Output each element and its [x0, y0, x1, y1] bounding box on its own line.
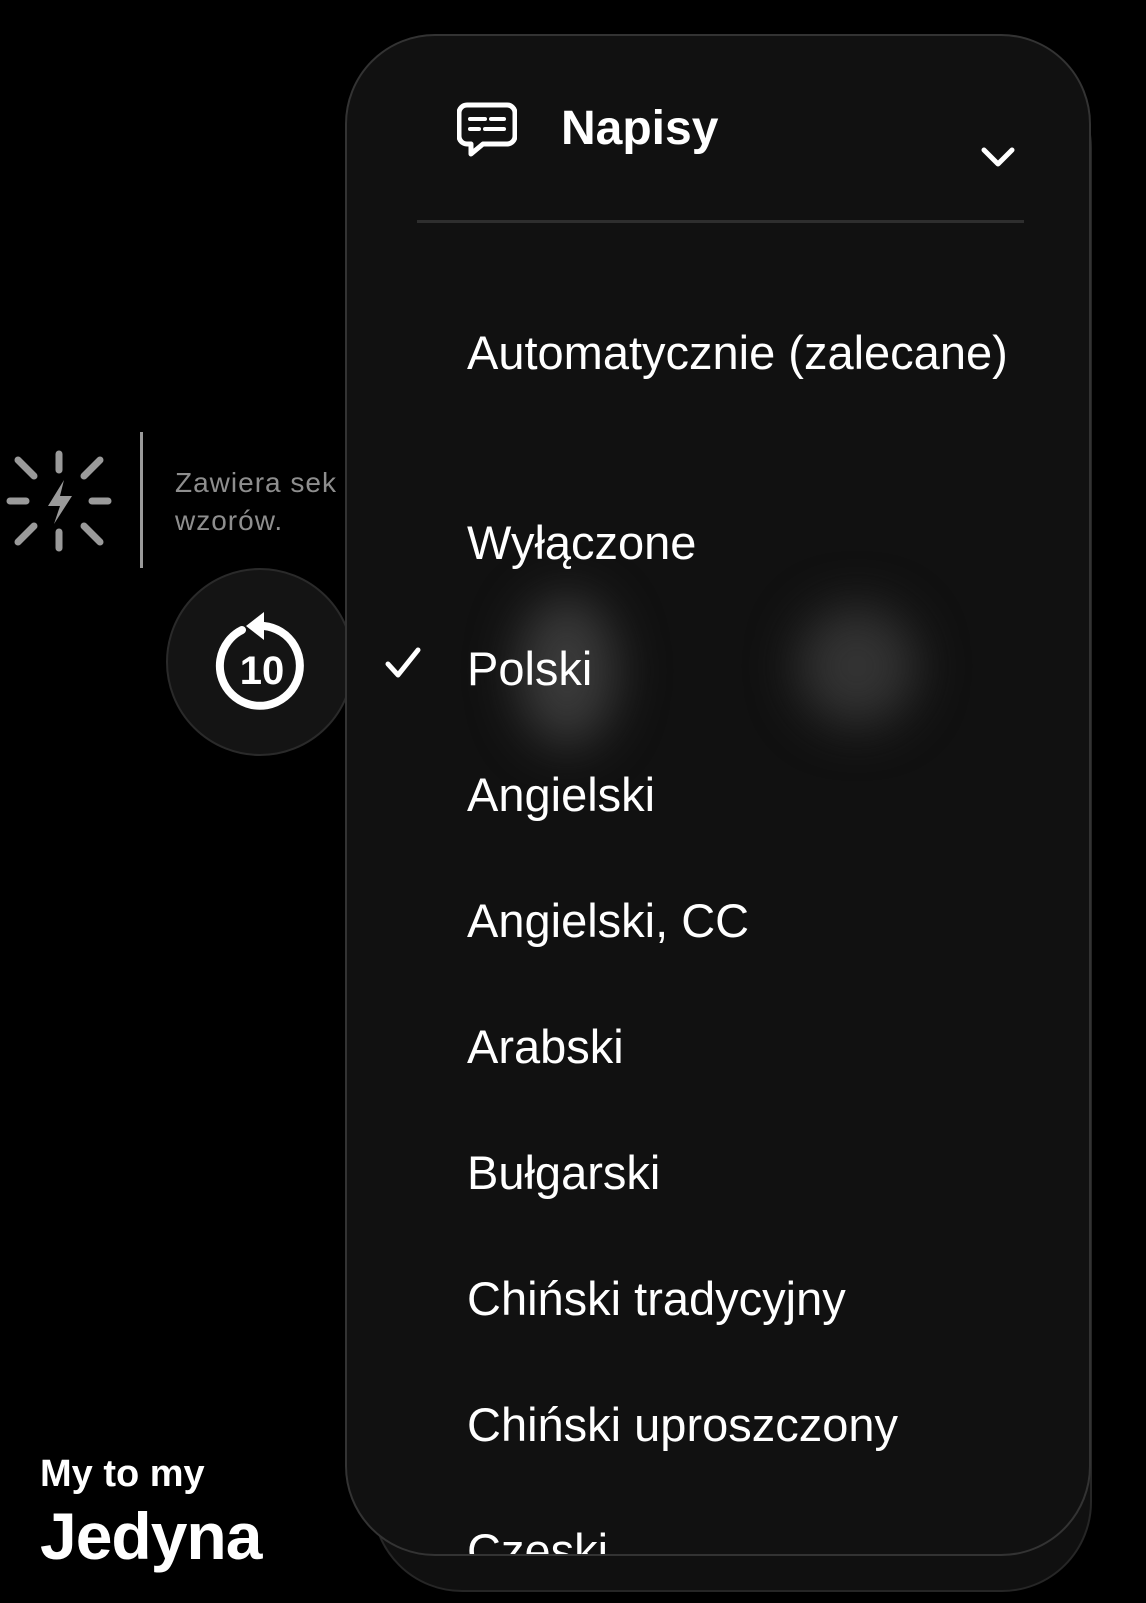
subtitles-icon [457, 102, 517, 157]
menu-divider [417, 220, 1024, 223]
subtitle-option-label: Angielski [467, 768, 656, 821]
video-player-screen: Zawiera sek wzorów. 10 My to my Jedyna N… [0, 0, 1146, 1603]
show-title: Jedyna [40, 1499, 262, 1573]
subtitle-option-label: Arabski [467, 1020, 624, 1073]
subtitle-option-label: Czeski [467, 1524, 609, 1556]
subtitle-option[interactable]: Chiński tradycyjny [347, 1236, 1089, 1362]
subtitle-option-label: Automatycznie (zalecane) [467, 326, 1008, 379]
subtitle-option[interactable]: Arabski [347, 984, 1089, 1110]
replay-10-button[interactable]: 10 [166, 568, 354, 756]
subtitle-option[interactable]: Angielski, CC [347, 858, 1089, 984]
subtitle-option[interactable]: Bułgarski [347, 1110, 1089, 1236]
subtitle-option-label: Chiński tradycyjny [467, 1272, 846, 1325]
warning-text-line-1: Zawiera sek [175, 467, 337, 498]
warning-divider [140, 432, 143, 568]
subtitle-option-label: Bułgarski [467, 1146, 661, 1199]
subtitle-option[interactable]: Czeski [347, 1488, 1089, 1556]
replay-seconds-label: 10 [240, 649, 285, 693]
subtitle-option[interactable]: Automatycznie (zalecane) [347, 290, 1089, 480]
show-eyebrow: My to my [40, 1453, 205, 1495]
subtitles-menu-title: Napisy [561, 102, 719, 155]
warning-text-line-2: wzorów. [175, 505, 284, 536]
subtitle-option-label: Angielski, CC [467, 894, 750, 947]
chevron-down-icon[interactable] [981, 146, 1015, 168]
show-title-block: My to my Jedyna [40, 1452, 262, 1576]
subtitle-option-label: Chiński uproszczony [467, 1398, 899, 1451]
subtitles-menu-header[interactable]: Napisy [347, 36, 1089, 220]
subtitle-options-list: Automatycznie (zalecane) Wyłączone Polsk… [347, 290, 1089, 1556]
subtitle-option[interactable]: Angielski [347, 732, 1089, 858]
subtitle-option-label: Wyłączone [467, 516, 697, 569]
subtitle-option-selected[interactable]: Polski [347, 606, 1089, 732]
checkmark-icon [385, 647, 421, 678]
warning-text: Zawiera sek wzorów. [175, 464, 337, 540]
replay-10-icon: 10 [215, 612, 304, 710]
subtitle-option-label: Polski [467, 642, 593, 695]
flashing-lights-icon [6, 450, 112, 552]
subtitle-option[interactable]: Chiński uproszczony [347, 1362, 1089, 1488]
subtitles-menu: Napisy Automatycznie (zalecane) Wyłączon… [345, 34, 1091, 1556]
subtitle-option[interactable]: Wyłączone [347, 480, 1089, 606]
